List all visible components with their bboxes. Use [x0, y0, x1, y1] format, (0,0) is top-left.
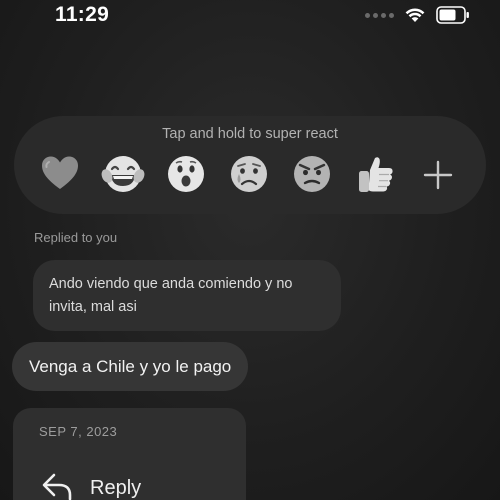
angry-face-icon[interactable] — [289, 151, 335, 197]
surprised-face-icon[interactable] — [163, 151, 209, 197]
battery-icon — [436, 6, 470, 24]
crying-face-icon[interactable] — [226, 151, 272, 197]
more-reactions-plus-icon[interactable] — [418, 155, 458, 195]
cellular-signal-icon — [365, 12, 394, 18]
status-icons — [365, 5, 470, 25]
reply-menu-item[interactable]: Reply — [40, 470, 141, 500]
wifi-icon — [404, 7, 426, 23]
message-bubble[interactable]: Venga a Chile y yo le pago — [12, 342, 249, 391]
heart-icon[interactable] — [37, 151, 83, 197]
reply-label: Reply — [90, 476, 142, 499]
message-date: SEP 7, 2023 — [39, 424, 118, 439]
message-reaction-screen: 11:29 Tap and hold to super react Replie… — [0, 0, 500, 500]
quoted-message-bubble[interactable]: Ando viendo que anda comiendo y no invit… — [33, 260, 341, 331]
super-react-hint: Tap and hold to super react — [162, 126, 338, 142]
status-time: 11:29 — [55, 3, 110, 26]
thumbs-up-icon[interactable] — [352, 151, 398, 197]
replied-to-you-label: Replied to you — [34, 230, 118, 245]
laughing-crying-face-icon[interactable] — [100, 151, 146, 197]
reply-arrow-icon — [40, 470, 74, 500]
